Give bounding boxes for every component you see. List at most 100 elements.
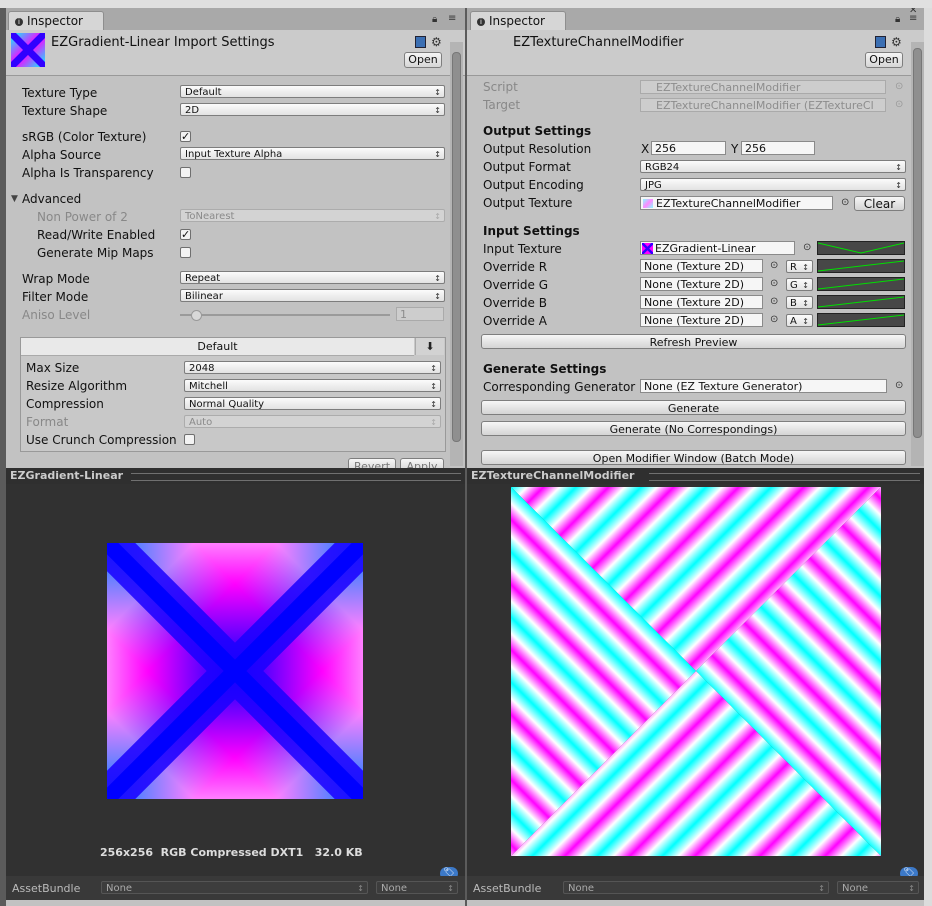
tab-menu-icon[interactable]: ≡ (448, 13, 456, 24)
output-encoding-dropdown[interactable]: JPG (640, 178, 906, 191)
script-picker-icon: ⊙ (895, 81, 904, 92)
override-texture-field[interactable]: None (Texture 2D) (640, 313, 763, 327)
advanced-foldout-arrow-icon[interactable]: ▼ (11, 194, 18, 204)
drag-handle-lines (131, 473, 461, 481)
left-assetbundle-name-dropdown[interactable]: None (101, 881, 368, 895)
info-icon: i (15, 18, 23, 26)
lock-icon[interactable]: 🔒︎ (895, 14, 900, 25)
right-tab-label: Inspector (489, 14, 545, 28)
read-write-checkbox[interactable]: ✓ (180, 229, 191, 240)
platform-tab-default[interactable]: Default (21, 338, 414, 356)
script-label: Script (483, 80, 518, 94)
right-open-button[interactable]: Open (865, 52, 903, 68)
generate-no-correspondings-button[interactable]: Generate (No Correspondings) (481, 421, 906, 436)
wrap-mode-dropdown[interactable]: Repeat (180, 271, 445, 284)
crunch-checkbox[interactable] (184, 434, 195, 445)
left-assetbundle-label: AssetBundle (12, 882, 81, 895)
resolution-x-field[interactable]: 256 (651, 141, 726, 155)
input-texture-picker-icon[interactable]: ⊙ (803, 242, 811, 253)
max-size-dropdown[interactable]: 2048 (184, 361, 441, 374)
aniso-slider-track (180, 314, 390, 316)
resolution-y-field[interactable]: 256 (741, 141, 815, 155)
input-texture-field[interactable]: EZGradient-Linear (640, 241, 795, 255)
override-channel-dropdown[interactable]: R (786, 260, 813, 273)
help-book-icon[interactable] (415, 36, 426, 48)
override-channel-dropdown[interactable]: B (786, 296, 813, 309)
right-texture-preview (511, 487, 881, 856)
right-header: EZTextureChannelModifier ⚙ Open (467, 30, 924, 76)
override-texture-field[interactable]: None (Texture 2D) (640, 295, 763, 309)
left-preview-title: EZGradient-Linear (10, 469, 124, 482)
right-assetbundle-variant-dropdown[interactable]: None (837, 881, 919, 895)
override-label: Override A (483, 314, 547, 328)
output-format-dropdown[interactable]: RGB24 (640, 160, 906, 173)
override-texture-field[interactable]: None (Texture 2D) (640, 259, 763, 273)
left-preview-header[interactable]: EZGradient-Linear (6, 468, 465, 484)
alpha-transparency-checkbox[interactable] (180, 167, 191, 178)
override-curve-preview (817, 259, 905, 273)
wrap-mode-label: Wrap Mode (22, 272, 90, 286)
left-title: EZGradient-Linear Import Settings (51, 35, 275, 50)
output-encoding-label: Output Encoding (483, 178, 584, 192)
right-inspector-tab[interactable]: i Inspector (470, 11, 566, 30)
output-texture-picker-icon[interactable]: ⊙ (841, 197, 849, 208)
lock-icon[interactable]: 🔒︎ (432, 14, 437, 25)
left-open-button[interactable]: Open (404, 52, 442, 68)
close-icon[interactable]: ✕ (909, 8, 917, 16)
output-texture-field[interactable]: EZTextureChannelModifier (640, 196, 833, 210)
resize-algorithm-dropdown[interactable]: Mitchell (184, 379, 441, 392)
texture-type-dropdown[interactable]: Default (180, 85, 445, 98)
left-scrollbar-thumb[interactable] (452, 52, 461, 442)
help-book-icon[interactable] (875, 36, 886, 48)
download-icon[interactable]: ⬇︎ (415, 338, 444, 355)
left-assetbundle-variant-dropdown[interactable]: None (376, 881, 458, 895)
texture-shape-dropdown[interactable]: 2D (180, 103, 445, 116)
crunch-label: Use Crunch Compression (26, 433, 177, 447)
format-label: Format (26, 415, 69, 429)
override-curve-preview (817, 295, 905, 309)
right-scrollbar-thumb[interactable] (913, 48, 922, 438)
override-label: Override R (483, 260, 548, 274)
generator-picker-icon[interactable]: ⊙ (895, 380, 903, 391)
resize-algorithm-label: Resize Algorithm (26, 379, 128, 393)
alpha-source-dropdown[interactable]: Input Texture Alpha (180, 147, 445, 160)
advanced-foldout-label[interactable]: Advanced (22, 192, 81, 206)
clear-button[interactable]: Clear (854, 196, 905, 211)
right-scrollbar[interactable] (911, 42, 924, 466)
override-picker-icon[interactable]: ⊙ (770, 314, 778, 325)
right-assetbundle-label: AssetBundle (473, 882, 542, 895)
open-modifier-window-button[interactable]: Open Modifier Window (Batch Mode) (481, 450, 906, 465)
compression-dropdown[interactable]: Normal Quality (184, 397, 441, 410)
filter-mode-dropdown[interactable]: Bilinear (180, 289, 445, 302)
refresh-preview-button[interactable]: Refresh Preview (481, 334, 906, 349)
resolution-x-label: X (641, 142, 650, 156)
gear-icon[interactable]: ⚙ (891, 35, 902, 49)
right-assetbundle-name-dropdown[interactable]: None (563, 881, 829, 895)
override-picker-icon[interactable]: ⊙ (770, 260, 778, 271)
output-settings-heading: Output Settings (483, 124, 592, 138)
target-field: EZTextureChannelModifier (EZTextureCl (640, 98, 886, 112)
compression-label: Compression (26, 397, 104, 411)
info-icon: i (477, 18, 485, 26)
alpha-transparency-label: Alpha Is Transparency (22, 166, 154, 180)
srgb-label: sRGB (Color Texture) (22, 130, 147, 144)
mip-maps-checkbox[interactable] (180, 247, 191, 258)
generate-button[interactable]: Generate (481, 400, 906, 415)
override-channel-dropdown[interactable]: G (786, 278, 813, 291)
right-preview-header[interactable]: EZTextureChannelModifier (467, 468, 924, 484)
corresponding-generator-field[interactable]: None (EZ Texture Generator) (640, 379, 887, 393)
override-channel-dropdown[interactable]: A (786, 314, 813, 327)
srgb-checkbox[interactable]: ✓ (180, 131, 191, 142)
gear-icon[interactable]: ⚙ (431, 35, 442, 49)
texture-thumbnail-icon (11, 33, 45, 67)
override-picker-icon[interactable]: ⊙ (770, 278, 778, 289)
alpha-source-label: Alpha Source (22, 148, 102, 162)
right-title: EZTextureChannelModifier (513, 35, 684, 50)
input-curve-preview (817, 241, 905, 255)
left-inspector-tab[interactable]: i Inspector (8, 11, 104, 30)
input-texture-thumb-icon (642, 243, 653, 254)
override-texture-field[interactable]: None (Texture 2D) (640, 277, 763, 291)
mip-maps-label: Generate Mip Maps (37, 246, 154, 260)
override-picker-icon[interactable]: ⊙ (770, 296, 778, 307)
left-scrollbar[interactable] (450, 42, 463, 466)
